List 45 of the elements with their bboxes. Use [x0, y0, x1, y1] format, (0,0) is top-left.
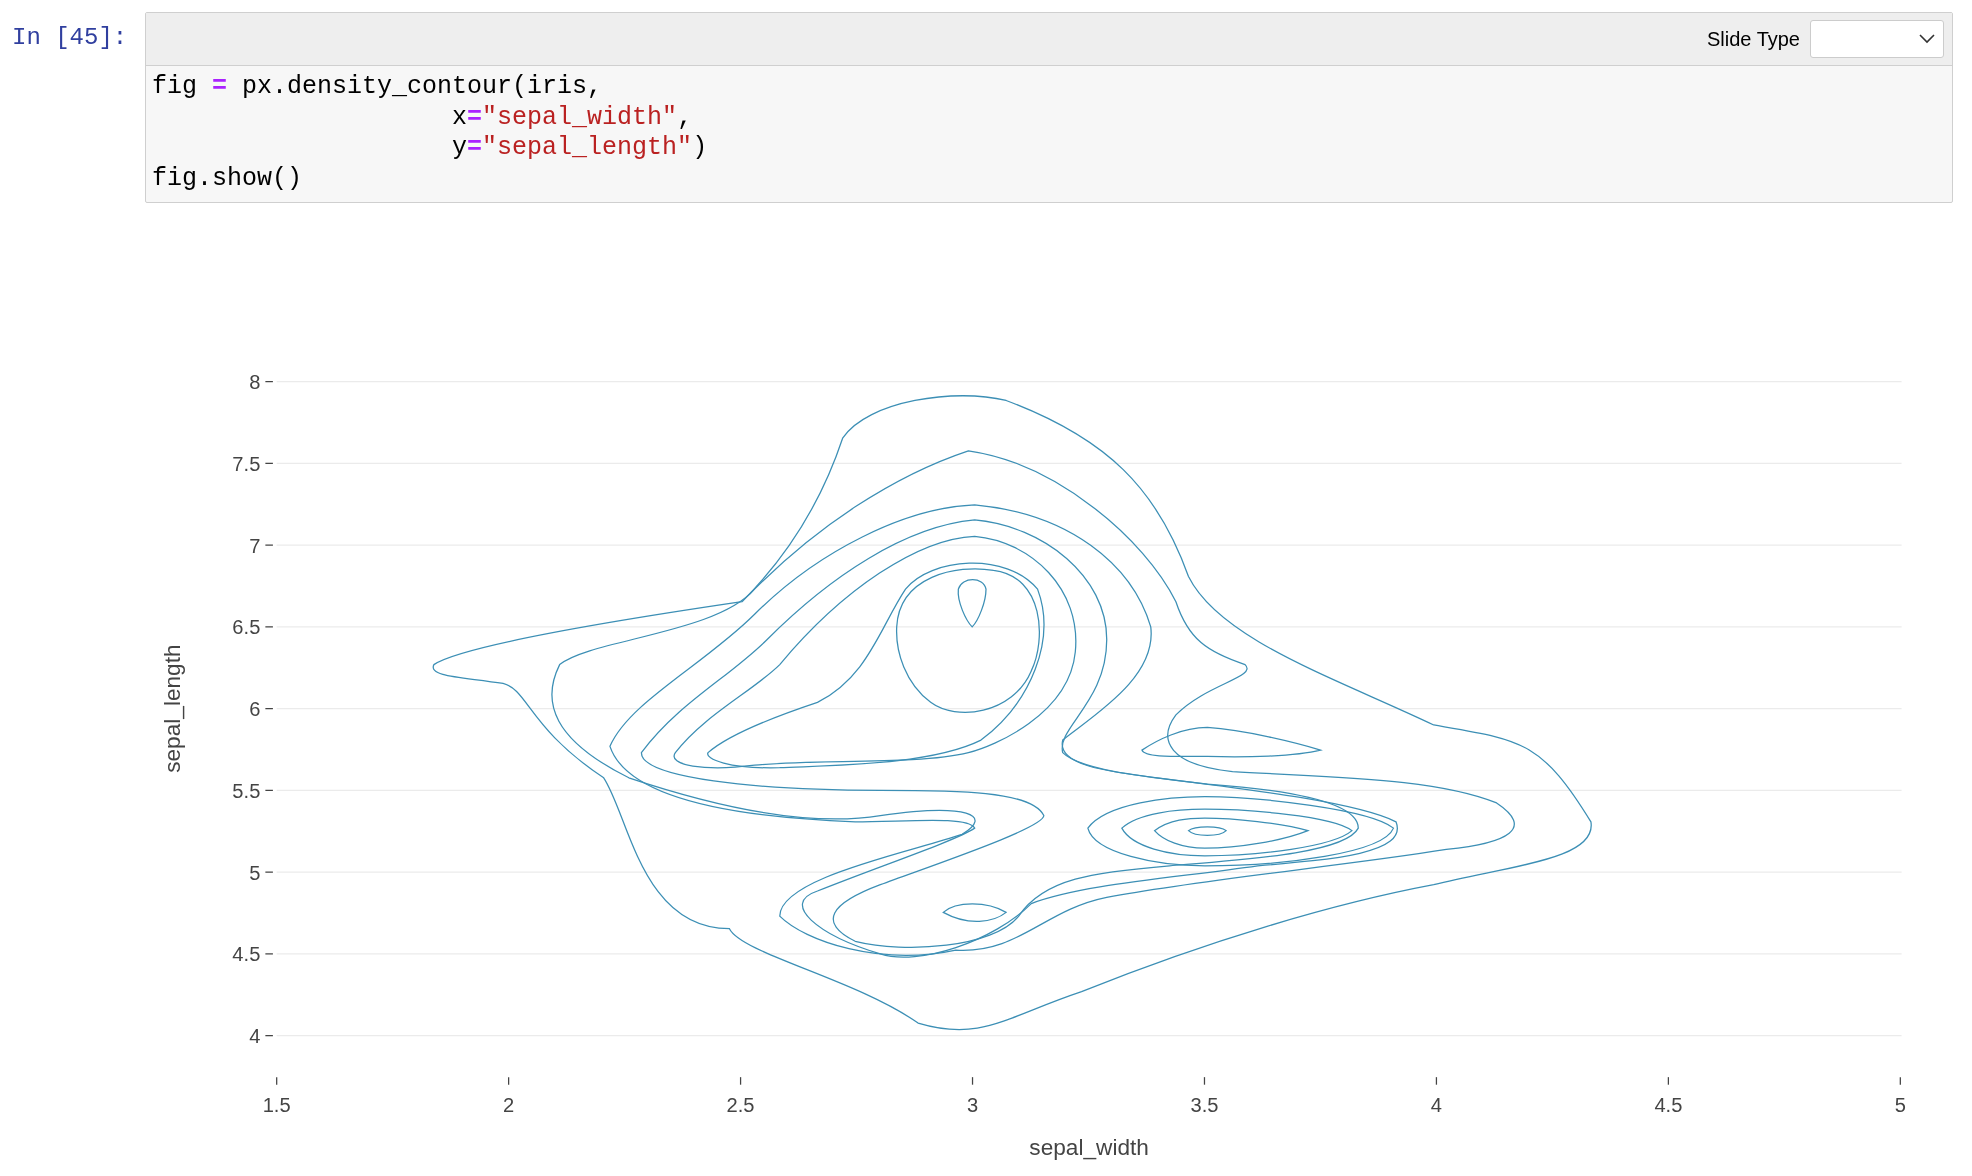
tick-mark — [264, 626, 274, 628]
tick-mark — [264, 789, 274, 791]
code-line: fig = px.density_contour(iris, — [152, 72, 604, 103]
y-tick-label: 4.5 — [232, 943, 261, 966]
y-tick-label: 5 — [249, 861, 261, 884]
chevron-down-icon — [1919, 34, 1935, 44]
tick-mark — [1435, 1076, 1438, 1086]
y-tick-label: 6 — [249, 698, 261, 721]
y-tick-label: 6.5 — [232, 616, 261, 639]
code-line: fig.show() — [152, 163, 304, 194]
y-tick-label: 7 — [249, 534, 261, 557]
slide-type-label: Slide Type — [1706, 27, 1800, 51]
tick-mark — [264, 462, 274, 464]
code-cell[interactable]: Slide Type fig = px.density_contour(iris, x="sepal_width", y="sepal_length") fig.show() — [145, 12, 1953, 203]
tick-mark — [276, 1076, 278, 1086]
slide-type-select[interactable] — [1810, 20, 1944, 58]
tick-mark — [264, 544, 274, 546]
x-tick-label: 3 — [966, 1094, 979, 1117]
tick-mark — [264, 1035, 274, 1037]
tick-mark — [264, 708, 274, 710]
tick-mark — [1667, 1076, 1669, 1086]
code-line: y="sepal_length") — [451, 133, 709, 164]
tick-mark — [264, 953, 274, 955]
cell-prompt: In [45]: — [11, 23, 129, 51]
x-tick-label: 2.5 — [726, 1094, 755, 1117]
y-tick-label: 5.5 — [232, 779, 261, 802]
tick-mark — [739, 1076, 742, 1086]
x-tick-label: 2 — [503, 1094, 515, 1117]
tick-mark — [264, 871, 274, 873]
y-tick-label: 4 — [249, 1025, 261, 1048]
tick-mark — [508, 1076, 510, 1086]
y-tick-label: 7.5 — [232, 452, 261, 475]
tick-mark — [1203, 1076, 1206, 1086]
x-tick-label: 4 — [1430, 1094, 1442, 1117]
tick-mark — [971, 1076, 974, 1086]
x-tick-label: 3.5 — [1190, 1094, 1219, 1117]
y-tick-label: 8 — [249, 371, 261, 394]
tick-mark — [1899, 1076, 1901, 1086]
code-line: x="sepal_width", — [451, 102, 694, 133]
x-tick-label: 5 — [1894, 1094, 1906, 1117]
y-axis-title: sepal_length — [159, 644, 185, 773]
x-axis-title: sepal_width — [1029, 1135, 1149, 1161]
x-tick-label: 4.5 — [1654, 1094, 1683, 1117]
tick-mark — [264, 380, 274, 383]
x-tick-label: 1.5 — [262, 1094, 291, 1117]
